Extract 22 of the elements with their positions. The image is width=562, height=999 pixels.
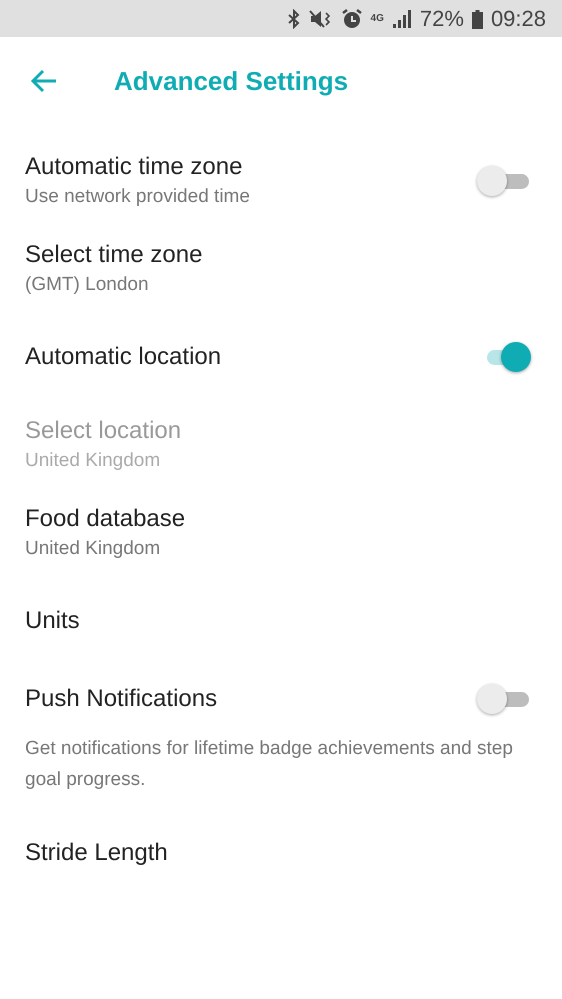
setting-title[interactable]: Automatic time zone <box>25 151 242 183</box>
signal-icon <box>392 8 412 28</box>
setting-title[interactable]: Automatic location <box>25 341 222 373</box>
setting-value: United Kingdom <box>25 449 160 473</box>
battery-percentage: 72% <box>420 6 464 32</box>
page-title: Advanced Settings <box>114 66 348 96</box>
clock: 09:28 <box>490 6 546 32</box>
setting-title[interactable]: Units <box>25 605 80 637</box>
setting-description: Get notifications for lifetime badge achievements and step goal progress. <box>25 737 514 792</box>
setting-value: (GMT) London <box>25 273 149 297</box>
mute-icon <box>308 8 333 28</box>
setting-title[interactable]: Select time zone <box>25 239 202 271</box>
back-arrow-icon[interactable] <box>30 69 58 93</box>
setting-value: United Kingdom <box>25 537 160 561</box>
setting-title[interactable]: Food database <box>25 503 186 535</box>
network-label: 4G <box>370 14 384 24</box>
bluetooth-icon <box>286 8 301 28</box>
setting-title[interactable]: Push Notifications <box>25 683 218 715</box>
alarm-icon <box>340 8 363 30</box>
setting-value: Use network provided time <box>25 185 250 209</box>
battery-icon <box>472 8 483 28</box>
setting-title[interactable]: Stride Length <box>25 837 168 869</box>
